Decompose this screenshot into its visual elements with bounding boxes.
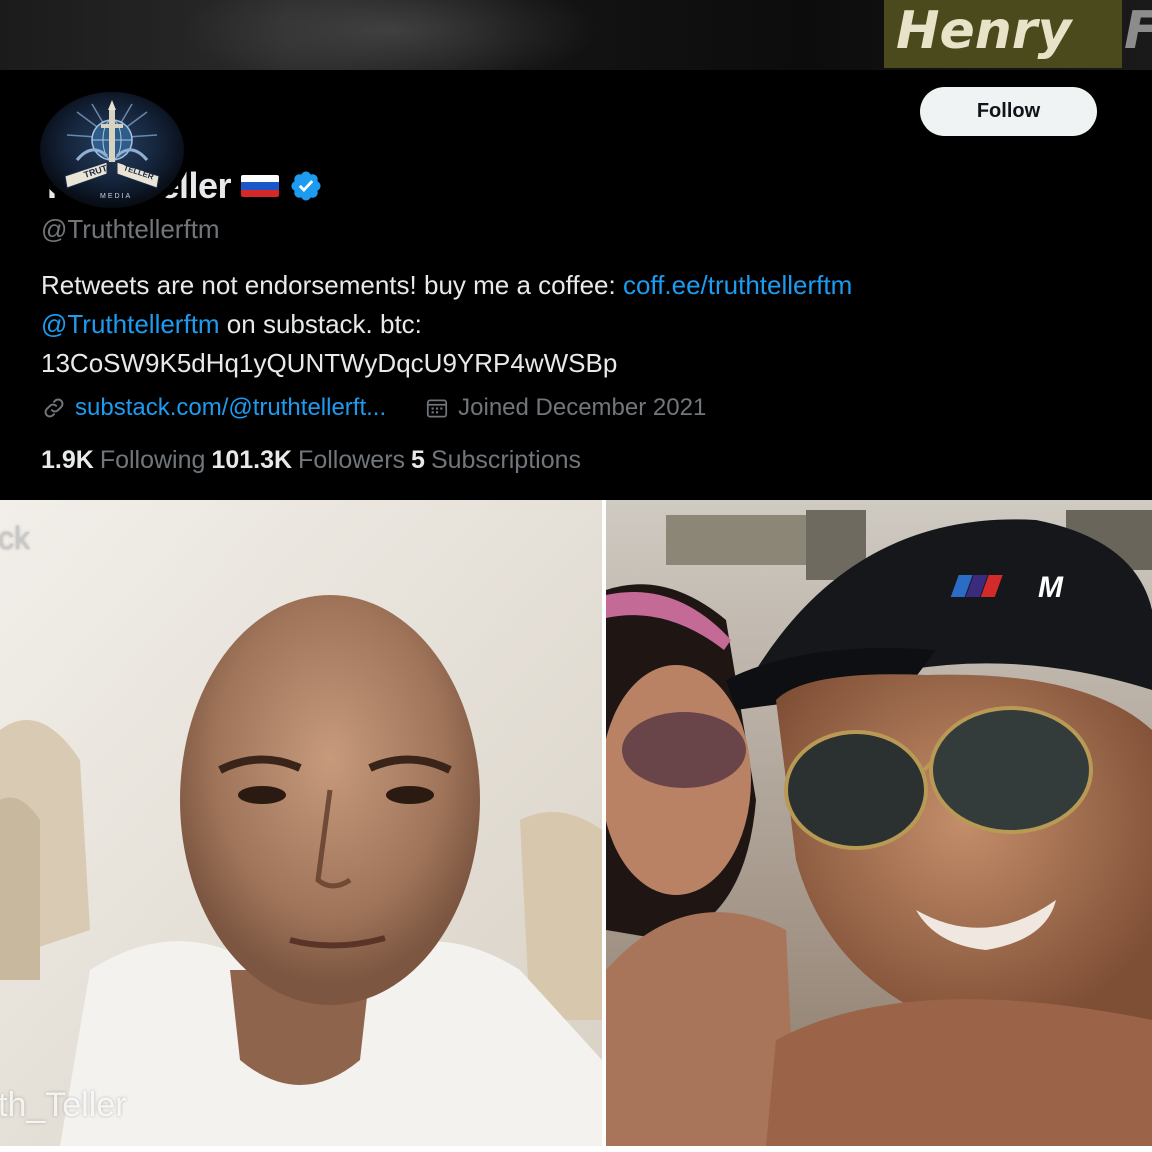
profile-meta: substack.com/@truthtellerft... Joined De… [41,390,706,426]
user-handle: @Truthtellerftm [41,214,220,244]
joined-date: Joined December 2021 [458,394,707,421]
subscriptions-count[interactable]: 5 [411,446,425,475]
profile-card: TRUTH TELLER MEDIA Follow Truth_teller @… [0,70,1152,500]
coffee-link[interactable]: coff.ee/truthtellerftm [623,270,852,300]
bio-text: Retweets are not endorsements! buy me a … [41,270,623,300]
left-photo [0,500,602,1146]
profile-stats: 1.9K Following 101.3K Followers 5 Subscr… [41,442,581,478]
logo-text-bottom: MEDIA [100,193,132,200]
substack-mention-link[interactable]: @Truthtellerftm [41,309,220,339]
right-photo: M [606,500,1152,1146]
avatar[interactable]: TRUTH TELLER MEDIA [33,86,191,214]
banner-glow [180,0,600,70]
followers-label[interactable]: Followers [298,446,405,475]
bio-line-2: @Truthtellerftm on substack. btc: [41,305,1121,344]
russia-flag-icon [241,175,280,197]
left-photo-watermark-bottom: th_Teller [0,1086,127,1124]
truth-teller-logo-icon: TRUTH TELLER MEDIA [40,92,184,208]
banner-overlay-name: Henry [884,0,1122,68]
followers-count[interactable]: 101.3K [211,446,292,475]
bottom-border [0,1146,1152,1152]
bio-line-3: 13CoSW9K5dHq1yQUNTWyDqcU9YRP4wWSBp [41,344,1121,383]
joined-group: Joined December 2021 [424,394,706,422]
profile-bio: Retweets are not endorsements! buy me a … [41,266,1121,383]
banner-overlay-name-cut: F [1124,0,1152,68]
follow-button[interactable]: Follow [920,87,1097,136]
following-count[interactable]: 1.9K [41,446,94,475]
subscriptions-label[interactable]: Subscriptions [431,446,581,475]
verified-badge-icon[interactable] [289,169,323,203]
btc-address: 13CoSW9K5dHq1yQUNTWyDqcU9YRP4wWSBp [41,348,618,378]
link-icon [44,398,64,418]
screenshot-root: Henry F [0,0,1152,1152]
profile-banner: Henry F [0,0,1152,70]
cap-logo-text: M [1038,571,1064,604]
website-group[interactable]: substack.com/@truthtellerft... [41,394,386,422]
bio-text-2: on substack. btc: [219,309,422,339]
following-label[interactable]: Following [100,446,206,475]
left-photo-watermark-top: ck [0,520,30,556]
bio-line-1: Retweets are not endorsements! buy me a … [41,266,1121,305]
website-link[interactable]: substack.com/@truthtellerft... [75,394,386,422]
calendar-icon [427,399,448,418]
